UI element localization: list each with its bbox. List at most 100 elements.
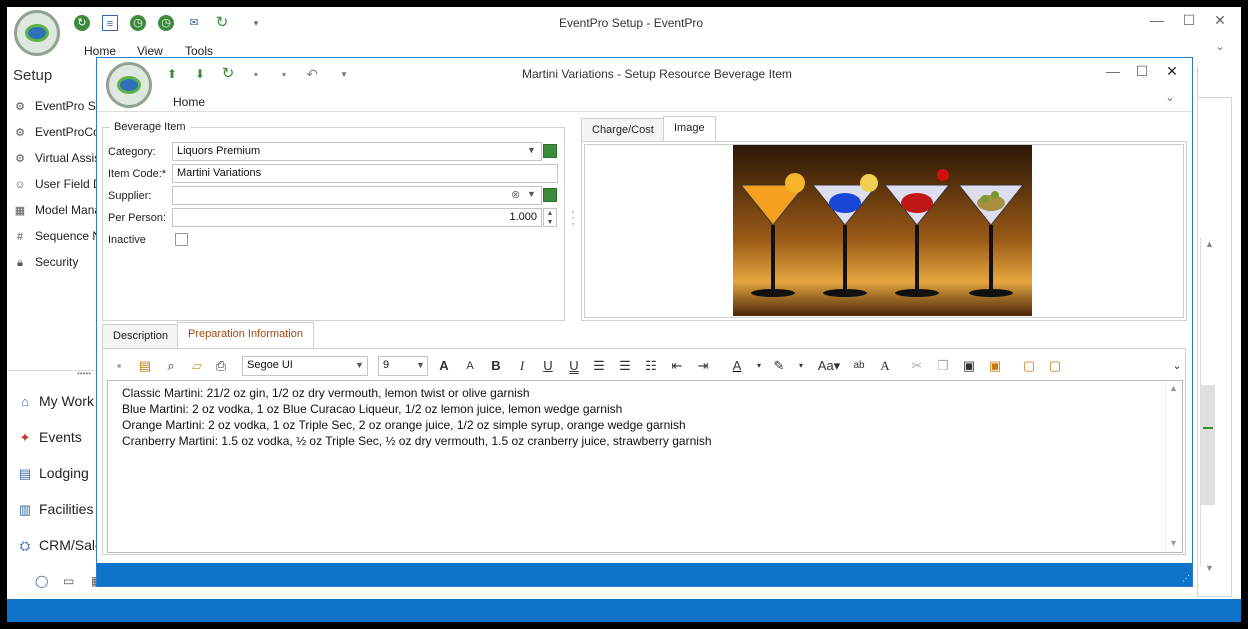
sidebar-item-user-field[interactable]: ☺ User Field De <box>13 177 108 192</box>
per-person-field[interactable]: 1.000 <box>172 208 542 227</box>
quick-access-dropdown-icon[interactable]: ▾ <box>248 15 264 31</box>
clear-icon[interactable]: ⊗ <box>511 188 520 201</box>
open-icon[interactable]: ▱ <box>187 355 207 377</box>
decrease-indent-icon[interactable]: ⇤ <box>667 355 687 377</box>
font-select[interactable]: Segoe UI <box>242 356 368 376</box>
scroll-up-icon[interactable]: ▲ <box>1205 239 1214 249</box>
refresh-icon[interactable]: ↻ <box>74 15 90 31</box>
move-down-icon[interactable]: ⬇ <box>192 66 208 82</box>
resize-grip-icon[interactable]: ⋰ <box>1182 574 1190 583</box>
nav-item-my-work[interactable]: ⌂ My Work <box>17 393 94 410</box>
sidebar-item-eventpro-connect[interactable]: ⚙ EventProCon <box>13 125 106 140</box>
save-close-icon[interactable]: ▪ <box>276 66 292 82</box>
ribbon-collapse-icon[interactable]: ⌄ <box>1160 91 1180 104</box>
tab-charge-cost[interactable]: Charge/Cost <box>581 118 665 142</box>
nav-item-lodging[interactable]: ▤ Lodging <box>17 465 89 482</box>
highlight-icon[interactable]: ✎ <box>769 355 789 377</box>
supplier-field[interactable] <box>172 186 542 205</box>
clock-icon-2[interactable]: ◷ <box>158 15 174 31</box>
undo-icon[interactable]: ↶ <box>304 66 320 82</box>
menu-home[interactable]: Home <box>84 44 116 58</box>
bullets-icon[interactable]: ☰ <box>589 355 609 377</box>
background-scroll-thumb[interactable] <box>1201 385 1215 505</box>
sidebar-item-sequence[interactable]: # Sequence Nu <box>13 229 108 244</box>
copy-icon[interactable]: ❐ <box>933 355 953 377</box>
save-icon[interactable]: ▪ <box>248 66 264 82</box>
maximize-button[interactable]: ☐ <box>1179 12 1199 29</box>
lookup-icon[interactable] <box>543 144 557 158</box>
reload-icon[interactable]: ↻ <box>214 15 230 31</box>
sidebar-item-eventpro-setup[interactable]: ⚙ EventPro Se <box>13 99 102 114</box>
dialog-close-button[interactable]: ✕ <box>1162 63 1182 80</box>
clock-icon[interactable]: ◷ <box>130 15 146 31</box>
save-icon[interactable]: ▪ <box>109 355 129 377</box>
ribbon-collapse-icon[interactable]: ⌄ <box>1210 40 1230 53</box>
tab-image[interactable]: Image <box>663 116 716 142</box>
category-field[interactable]: Liquors Premium <box>172 142 542 161</box>
grow-font-icon[interactable]: A <box>434 355 454 377</box>
scroll-down-icon[interactable]: ▼ <box>1205 563 1214 573</box>
document-icon[interactable]: ≡ <box>102 15 118 31</box>
sidebar-item-model-manager[interactable]: ▦ Model Manag <box>13 203 108 218</box>
sidebar-item-virtual-assistant[interactable]: ⚙ Virtual Assist <box>13 151 103 166</box>
cut-icon[interactable]: ✂ <box>907 355 927 377</box>
refresh-icon[interactable]: ↻ <box>220 66 236 82</box>
item-code-field[interactable]: Martini Variations <box>172 164 558 183</box>
print-icon[interactable]: ⎙ <box>211 355 231 377</box>
chat-icon[interactable]: ◯ <box>35 574 48 588</box>
minimize-button[interactable]: — <box>1147 12 1167 28</box>
dialog-menu-home[interactable]: Home <box>173 95 205 109</box>
dialog-minimize-button[interactable]: — <box>1103 63 1123 79</box>
font-color-dropdown-icon[interactable]: ▾ <box>749 355 769 377</box>
tab-preparation-information[interactable]: Preparation Information <box>177 322 314 349</box>
numbering-icon[interactable]: ☰ <box>615 355 635 377</box>
clipboard-icon[interactable]: ▭ <box>63 574 74 588</box>
change-case-icon[interactable]: Aa▾ <box>815 355 843 377</box>
scroll-down-icon[interactable]: ▼ <box>1169 538 1178 548</box>
merge-field-icon[interactable]: ▢ <box>1045 355 1065 377</box>
chevron-down-icon[interactable]: ▼ <box>416 360 425 370</box>
paste-special-icon[interactable]: ▣ <box>985 355 1005 377</box>
move-up-icon[interactable]: ⬆ <box>164 66 180 82</box>
highlight-dropdown-icon[interactable]: ▾ <box>791 355 811 377</box>
inactive-checkbox[interactable] <box>175 233 188 246</box>
bold-icon[interactable]: B <box>486 355 506 377</box>
scroll-up-icon[interactable]: ▲ <box>1169 383 1178 393</box>
dialog-logo[interactable] <box>106 62 152 108</box>
spelling-icon[interactable]: ab <box>849 355 869 377</box>
font-color-icon[interactable]: A <box>727 355 747 377</box>
chevron-down-icon[interactable]: ▼ <box>355 360 364 370</box>
nav-item-facilities[interactable]: ▥ Facilities <box>17 501 94 518</box>
app-logo[interactable] <box>14 10 60 56</box>
menu-view[interactable]: View <box>137 44 163 58</box>
multilevel-list-icon[interactable]: ☷ <box>641 355 661 377</box>
chevron-down-icon[interactable]: ▼ <box>527 145 536 155</box>
editor-scrollbar[interactable] <box>1165 381 1182 552</box>
quick-access-dropdown-icon[interactable]: ▾ <box>336 66 352 82</box>
double-underline-icon[interactable]: U <box>564 355 584 377</box>
splitter-grip[interactable]: ••••• <box>77 369 91 378</box>
close-button[interactable]: ✕ <box>1210 12 1230 29</box>
mail-icon[interactable]: ✉ <box>186 15 202 31</box>
lookup-icon[interactable] <box>543 188 557 202</box>
increase-indent-icon[interactable]: ⇥ <box>693 355 713 377</box>
paste-icon[interactable]: ▣ <box>959 355 979 377</box>
insert-field-icon[interactable]: ▢ <box>1019 355 1039 377</box>
quantity-stepper[interactable]: ▲ ▼ <box>543 208 557 227</box>
italic-icon[interactable]: I <box>512 355 532 377</box>
shrink-font-icon[interactable]: A <box>460 355 480 377</box>
font-dialog-icon[interactable]: A <box>875 355 895 377</box>
chevron-down-icon[interactable]: ▼ <box>527 189 536 199</box>
find-icon[interactable]: ⌕ <box>161 355 181 377</box>
splitter-grip[interactable]: · · · <box>571 205 575 229</box>
dialog-maximize-button[interactable]: ☐ <box>1132 63 1152 80</box>
toolbar-overflow-icon[interactable]: ⌄ <box>1167 355 1187 377</box>
editor-line: Orange Martini: 2 oz vodka, 1 oz Triple … <box>122 418 686 432</box>
underline-icon[interactable]: U <box>538 355 558 377</box>
tab-description[interactable]: Description <box>102 324 180 348</box>
nav-item-crm[interactable]: ⛭ CRM/Sale <box>17 537 103 554</box>
new-icon[interactable]: ▤ <box>135 355 155 377</box>
sidebar-item-security[interactable]: 🔒︎ Security <box>13 255 78 270</box>
menu-tools[interactable]: Tools <box>185 44 213 58</box>
nav-item-events[interactable]: ✦ Events <box>17 429 82 446</box>
